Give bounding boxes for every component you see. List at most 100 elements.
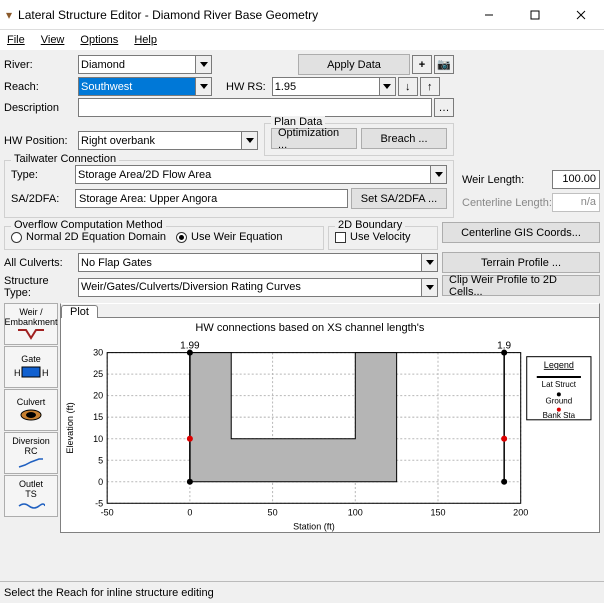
culvert-icon	[17, 408, 45, 422]
hwpos-value: Right overbank	[81, 135, 155, 147]
tool-weir-label: Weir / Embankment	[4, 308, 57, 327]
svg-text:0: 0	[187, 508, 192, 518]
hwpos-combo[interactable]: Right overbank	[78, 131, 258, 150]
set-sa-button[interactable]: Set SA/2DFA ...	[351, 188, 447, 209]
hwpos-label: HW Position:	[4, 135, 78, 147]
add-button[interactable]: +	[412, 55, 432, 74]
svg-text:Station (ft): Station (ft)	[293, 522, 335, 532]
tool-diversion-rc[interactable]: Diversion RC	[4, 432, 58, 474]
structure-type-label: Structure Type:	[4, 275, 78, 299]
svg-text:Lat Struct: Lat Struct	[542, 380, 577, 389]
weir-length-value: 100.00	[552, 170, 600, 189]
terrain-profile-button[interactable]: Terrain Profile ...	[442, 252, 600, 273]
svg-text:HW connections based on XS cha: HW connections based on XS channel lengt…	[195, 322, 424, 334]
camera-button[interactable]: 📷	[434, 55, 454, 74]
tool-culvert[interactable]: Culvert	[4, 389, 58, 431]
radio-normal-label: Normal 2D Equation Domain	[26, 231, 166, 243]
tool-gate[interactable]: Gate HH	[4, 346, 58, 388]
main-panel: River: Diamond Apply Data + 📷 Reach: Sou…	[0, 50, 604, 581]
app-icon: ▾	[6, 8, 12, 22]
tool-weir[interactable]: Weir / Embankment	[4, 303, 58, 345]
radio-icon	[176, 232, 187, 243]
centerline-gis-button[interactable]: Centerline GIS Coords...	[442, 222, 600, 243]
close-button[interactable]	[558, 0, 604, 30]
type-value: Storage Area/2D Flow Area	[78, 169, 211, 181]
chevron-down-icon	[379, 78, 395, 95]
river-combo[interactable]: Diamond	[78, 55, 212, 74]
radio-use-weir[interactable]: Use Weir Equation	[176, 231, 283, 243]
svg-text:20: 20	[93, 391, 103, 401]
menu-help[interactable]: Help	[131, 32, 160, 48]
maximize-button[interactable]	[512, 0, 558, 30]
chevron-down-icon	[195, 56, 211, 73]
description-label: Description	[4, 102, 78, 114]
chevron-down-icon	[241, 132, 257, 149]
type-label: Type:	[11, 169, 75, 181]
svg-text:150: 150	[430, 508, 445, 518]
outlet-icon	[17, 500, 45, 512]
svg-text:5: 5	[98, 455, 103, 465]
svg-text:10: 10	[93, 434, 103, 444]
svg-text:-5: -5	[95, 498, 103, 508]
chevron-down-icon	[195, 78, 211, 95]
menubar: File View Options Help	[0, 30, 604, 50]
tool-div-label: Diversion RC	[12, 437, 50, 456]
description-input[interactable]	[78, 98, 432, 117]
diversion-icon	[17, 457, 45, 469]
window-title: Lateral Structure Editor - Diamond River…	[18, 8, 466, 22]
centerline-length-label: Centerline Length:	[462, 197, 552, 209]
sa-label: SA/2DFA:	[11, 193, 75, 205]
overflow-group: Overflow Computation Method Normal 2D Eq…	[4, 226, 324, 250]
reach-value: Southwest	[81, 81, 132, 93]
use-velocity-check[interactable]: Use Velocity	[335, 231, 431, 243]
svg-text:Ground: Ground	[545, 397, 572, 406]
apply-data-button[interactable]: Apply Data	[298, 54, 410, 75]
gate-icon: HH	[14, 365, 48, 379]
menu-view[interactable]: View	[38, 32, 68, 48]
plot-area: HW connections based on XS channel lengt…	[61, 318, 599, 532]
arrow-up-icon: ↑	[427, 81, 433, 93]
all-culverts-value: No Flap Gates	[81, 257, 152, 269]
tailwater-legend: Tailwater Connection	[11, 153, 119, 165]
chevron-down-icon	[421, 279, 437, 296]
boundary-legend: 2D Boundary	[335, 219, 405, 231]
all-culverts-combo[interactable]: No Flap Gates	[78, 253, 438, 272]
type-combo[interactable]: Storage Area/2D Flow Area	[75, 165, 447, 184]
move-up-button[interactable]: ↑	[420, 77, 440, 96]
svg-text:25: 25	[93, 369, 103, 379]
tool-outlet-label: Outlet TS	[19, 480, 43, 499]
radio-normal-2d[interactable]: Normal 2D Equation Domain	[11, 231, 166, 243]
weir-length-label: Weir Length:	[462, 174, 552, 186]
right-stats: Weir Length: 100.00 Centerline Length: n…	[462, 170, 600, 218]
description-ellipsis-button[interactable]: …	[434, 98, 454, 117]
reach-label: Reach:	[4, 81, 78, 93]
move-down-button[interactable]: ↓	[398, 77, 418, 96]
plan-data-group: Plan Data Optimization ... Breach ...	[264, 123, 454, 156]
optimization-button[interactable]: Optimization ...	[271, 128, 357, 149]
chart-frame: Plot HW connections based on XS channel …	[60, 303, 600, 533]
reach-combo[interactable]: Southwest	[78, 77, 212, 96]
menu-file[interactable]: File	[4, 32, 28, 48]
chevron-down-icon	[421, 254, 437, 271]
boundary-group: 2D Boundary Use Velocity	[328, 226, 438, 250]
svg-text:Elevation (ft): Elevation (ft)	[65, 402, 75, 453]
tool-outlet-ts[interactable]: Outlet TS	[4, 475, 58, 517]
svg-text:100: 100	[348, 508, 363, 518]
clip-weir-button[interactable]: Clip Weir Profile to 2D Cells...	[442, 275, 600, 296]
hwrs-combo[interactable]: 1.95	[272, 77, 396, 96]
status-text: Select the Reach for inline structure ed…	[4, 587, 214, 599]
river-value: Diamond	[81, 59, 125, 71]
svg-text:-50: -50	[101, 508, 114, 518]
menu-options[interactable]: Options	[77, 32, 121, 48]
svg-text:200: 200	[513, 508, 528, 518]
svg-text:Bank Sta: Bank Sta	[543, 411, 576, 420]
overflow-legend: Overflow Computation Method	[11, 219, 166, 231]
minimize-button[interactable]	[466, 0, 512, 30]
titlebar: ▾ Lateral Structure Editor - Diamond Riv…	[0, 0, 604, 30]
structure-type-combo[interactable]: Weir/Gates/Culverts/Diversion Rating Cur…	[78, 278, 438, 297]
tab-plot[interactable]: Plot	[61, 305, 98, 318]
svg-text:30: 30	[93, 348, 103, 358]
breach-button[interactable]: Breach ...	[361, 128, 447, 149]
radio-weir-label: Use Weir Equation	[191, 231, 283, 243]
svg-text:H: H	[42, 368, 48, 378]
